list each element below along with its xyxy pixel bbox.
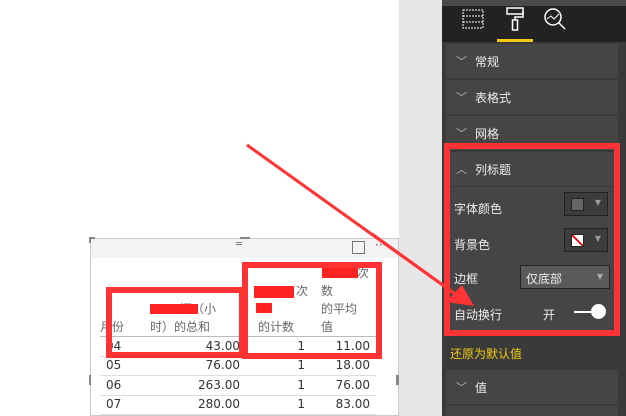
annotation-box-left [106,287,245,358]
annotation-box-right [242,262,382,359]
annotation-box-panel [444,143,620,336]
